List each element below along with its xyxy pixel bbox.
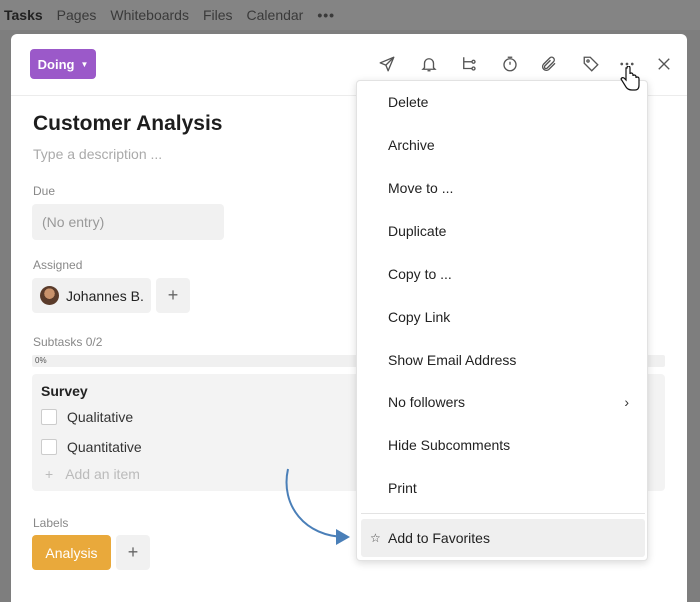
menu-item-followers[interactable]: No followers › (361, 383, 645, 421)
status-dropdown[interactable]: Doing ▼ (30, 49, 96, 79)
nav-calendar[interactable]: Calendar (247, 7, 304, 23)
bell-icon[interactable] (417, 52, 441, 76)
menu-item-move[interactable]: Move to ... (361, 169, 645, 207)
menu-item-archive[interactable]: Archive (361, 126, 645, 164)
close-icon[interactable] (652, 52, 676, 76)
checklist-item[interactable]: Qualitative (41, 409, 133, 425)
assigned-label: Assigned (33, 258, 83, 272)
subtasks-label: Subtasks 0/2 (33, 335, 103, 349)
menu-item-duplicate[interactable]: Duplicate (361, 212, 645, 250)
menu-item-label: No followers (388, 394, 466, 410)
nav-whiteboards[interactable]: Whiteboards (110, 7, 189, 23)
assignee-name: Johannes B. (66, 287, 144, 304)
label-chip[interactable]: Analysis (32, 535, 111, 570)
annotation-arrow (285, 468, 350, 545)
menu-item-hide-subcomments[interactable]: Hide Subcomments (361, 426, 645, 464)
nav-pages[interactable]: Pages (57, 7, 97, 23)
menu-item-label: Add to Favorites (388, 530, 490, 546)
status-label: Doing (37, 56, 75, 72)
labels-label: Labels (33, 516, 69, 530)
send-icon[interactable] (375, 52, 399, 76)
top-nav: Tasks Pages Whiteboards Files Calendar •… (0, 0, 700, 30)
checklist-item-label: Quantitative (67, 439, 142, 455)
caret-down-icon: ▼ (80, 59, 89, 69)
nav-more-icon[interactable]: ••• (317, 7, 335, 23)
menu-item-add-favorites[interactable]: ☆ Add to Favorites (361, 519, 645, 557)
due-field[interactable]: (No entry) (32, 204, 224, 240)
checkbox[interactable] (41, 409, 57, 425)
description-input[interactable]: Type a description ... (33, 146, 162, 162)
nav-files[interactable]: Files (203, 7, 233, 23)
hand-cursor-icon (620, 66, 640, 91)
checkbox[interactable] (41, 439, 57, 455)
checklist-item-label: Qualitative (67, 409, 134, 425)
checklist-title[interactable]: Survey (41, 383, 88, 399)
star-icon: ☆ (370, 531, 381, 545)
tag-icon[interactable] (579, 52, 603, 76)
menu-item-show-email[interactable]: Show Email Address (361, 341, 645, 379)
timer-icon[interactable] (498, 52, 522, 76)
paperclip-icon[interactable] (537, 52, 561, 76)
menu-item-delete[interactable]: Delete (361, 83, 645, 121)
menu-item-print[interactable]: Print (361, 469, 645, 507)
add-item-input[interactable]: + Add an item (45, 466, 140, 482)
plus-icon: + (45, 466, 54, 482)
add-assignee-button[interactable]: + (156, 278, 190, 313)
menu-item-copy-link[interactable]: Copy Link (361, 298, 645, 336)
menu-divider (361, 513, 645, 514)
chevron-right-icon: › (624, 394, 629, 410)
task-title[interactable]: Customer Analysis (33, 112, 222, 136)
add-label-button[interactable]: + (116, 535, 150, 570)
nav-tasks[interactable]: Tasks (4, 7, 43, 23)
checklist-item[interactable]: Quantitative (41, 439, 142, 455)
assignee-chip[interactable]: Johannes B. (32, 278, 151, 313)
menu-item-copy-to[interactable]: Copy to ... (361, 255, 645, 293)
due-label: Due (33, 184, 56, 198)
more-options-menu: Delete Archive Move to ... Duplicate Cop… (356, 80, 648, 561)
subtask-icon[interactable] (457, 52, 481, 76)
avatar (40, 286, 59, 305)
add-item-placeholder: Add an item (65, 466, 140, 482)
